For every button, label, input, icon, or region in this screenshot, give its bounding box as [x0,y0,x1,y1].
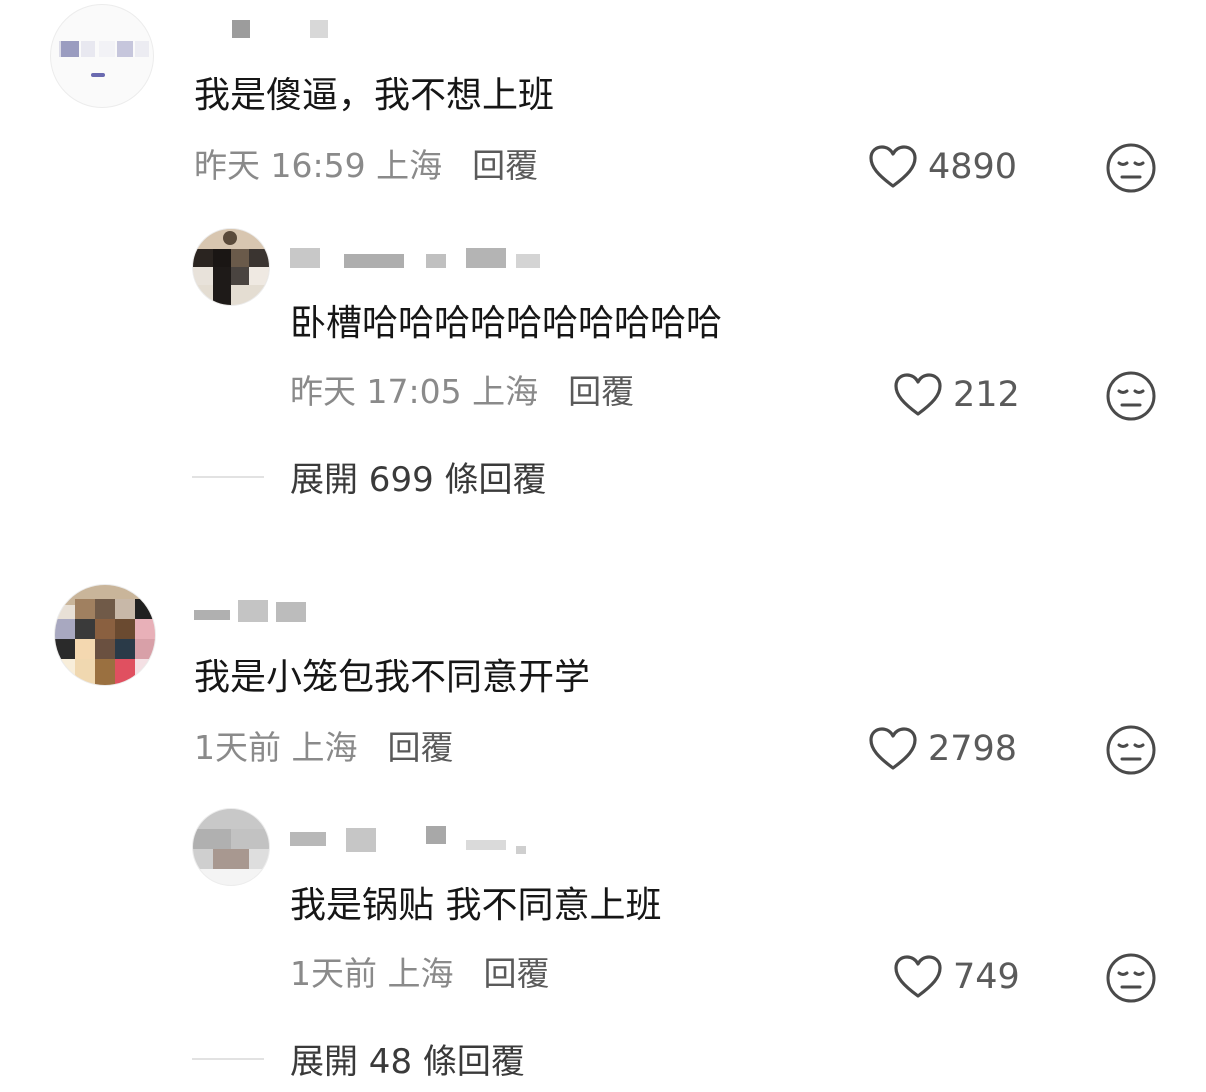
reply-text: 卧槽哈哈哈哈哈哈哈哈哈哈 [290,303,723,344]
heart-icon [894,373,942,416]
reply-meta: 昨天 17:05 上海 回覆 [290,372,634,412]
reply-button[interactable]: 回覆 [388,728,454,767]
username-blurred[interactable] [290,826,540,854]
avatar[interactable] [192,228,270,306]
reply-time: 昨天 17:05 上海 [290,372,539,411]
reply-text: 我是锅贴 我不同意上班 [290,885,662,926]
comment-meta: 昨天 16:59 上海 回覆 [194,146,538,186]
heart-icon [869,145,917,188]
like-button[interactable]: 749 [893,954,1020,1000]
avatar[interactable] [54,584,156,686]
reply-button[interactable]: 回覆 [484,954,550,993]
heart-icon [869,727,917,770]
comment-time: 1天前 上海 [194,728,358,767]
comment-meta: 1天前 上海 回覆 [194,728,454,768]
unamused-face-icon[interactable] [1105,142,1157,194]
unamused-face-icon[interactable] [1105,952,1157,1004]
avatar[interactable] [192,808,270,886]
expand-replies-label: 展開 699 條回覆 [290,460,547,500]
expand-replies-button[interactable]: 展開 699 條回覆 [192,452,547,501]
like-count: 749 [953,957,1020,997]
reply-button[interactable]: 回覆 [472,146,538,185]
unamused-face-icon[interactable] [1105,724,1157,776]
reply-meta: 1天前 上海 回覆 [290,954,550,994]
comment-text: 我是小笼包我不同意开学 [194,657,591,698]
like-count: 212 [953,375,1020,415]
username-blurred[interactable] [232,20,332,42]
divider [192,1057,264,1060]
username-blurred[interactable] [290,248,550,270]
like-count: 4890 [928,147,1018,187]
like-button[interactable]: 2798 [868,726,1017,772]
username-blurred[interactable] [194,600,324,622]
comment-time: 昨天 16:59 上海 [194,146,443,185]
like-count: 2798 [928,729,1018,769]
comment-text: 我是傻逼，我不想上班 [194,75,555,116]
divider [192,475,264,478]
heart-icon [894,955,942,998]
reply-button[interactable]: 回覆 [568,372,634,411]
like-button[interactable]: 212 [893,372,1020,418]
like-button[interactable]: 4890 [868,144,1017,190]
avatar[interactable] [50,4,154,108]
unamused-face-icon[interactable] [1105,370,1157,422]
expand-replies-button[interactable]: 展開 48 條回覆 [192,1034,525,1083]
expand-replies-label: 展開 48 條回覆 [290,1042,525,1082]
reply-time: 1天前 上海 [290,954,454,993]
